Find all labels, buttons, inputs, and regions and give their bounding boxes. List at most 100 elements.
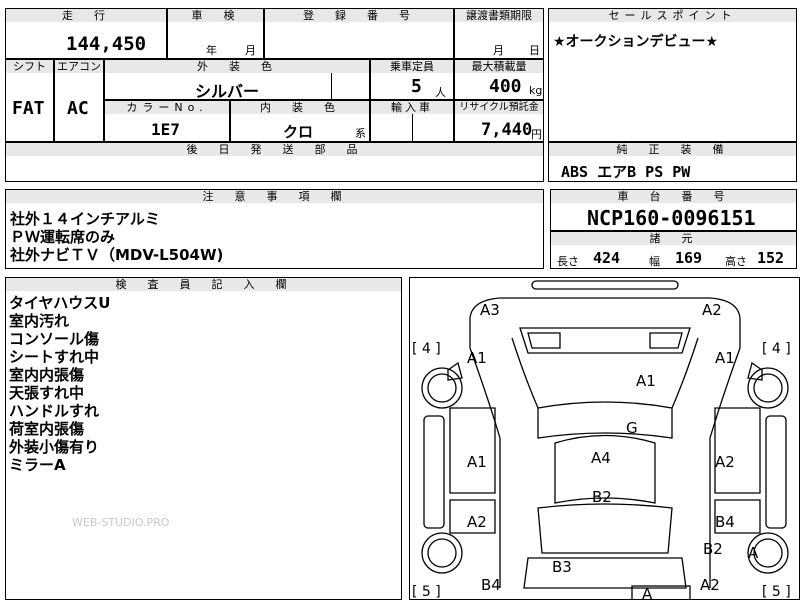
- later-parts-header: 後 日 発 送 部 品: [6, 143, 543, 156]
- watermark: WEB-STUDIO.PRO: [72, 516, 170, 529]
- tread-left-top: [ 4 ]: [412, 341, 441, 357]
- exterior-color-divider: [331, 73, 332, 100]
- inspector-line: ミラーA: [9, 456, 66, 474]
- mileage-header: 走 行: [6, 9, 166, 22]
- damage-mark: A2: [715, 453, 735, 471]
- width-value: 169: [675, 249, 703, 267]
- damage-mark: B2: [703, 540, 723, 558]
- recycle-cell: リサイクル預託金 7,440 円: [454, 100, 544, 142]
- dims-cell: 諸 元 長さ 424 幅 169 高さ 152: [550, 231, 797, 269]
- load-header: 最大積載量: [455, 60, 543, 73]
- exterior-color-cell: 外 装 色 シルバー: [104, 59, 370, 101]
- recycle-header: リサイクル預託金: [455, 101, 543, 114]
- recycle-unit: 円: [531, 128, 542, 141]
- capacity-cell: 乗車定員 5 人: [370, 59, 454, 100]
- notes-line-1: 社外１４インチアルミ: [10, 210, 160, 228]
- mileage-cell: 走 行 144,450 km: [5, 8, 167, 77]
- import-cell: 輸入車: [370, 100, 454, 142]
- exterior-color-value: シルバー: [195, 82, 260, 101]
- damage-mark: A1: [636, 372, 656, 390]
- inspection-cell: 車 検 年 月: [167, 8, 264, 59]
- notes-header: 注 意 事 項 欄: [6, 190, 543, 203]
- capacity-header: 乗車定員: [371, 60, 453, 73]
- damage-mark: G: [626, 419, 638, 437]
- sales-point-header: セールスポイント: [549, 9, 796, 22]
- registration-cell: 登 録 番 号: [264, 8, 454, 59]
- load-unit: kg: [529, 84, 543, 97]
- damage-mark: A: [642, 585, 653, 600]
- color-no-header: カラーNo.: [105, 101, 229, 114]
- chassis-value: NCP160-0096151: [587, 206, 756, 230]
- transfer-header: 譲渡書類期限: [455, 9, 543, 22]
- inspector-line: シートすれ中: [9, 348, 100, 366]
- car-diagram: [ 4 ] [ 4 ] [ 5 ] [ 5 ] A3 A2 A1 A1 A1 G…: [409, 277, 800, 600]
- inspector-line: 室内内張傷: [9, 366, 85, 384]
- inspection-header: 車 検: [168, 9, 263, 22]
- capacity-value: 5: [411, 76, 422, 97]
- sales-point-text: ★オークションデビュー★: [553, 34, 719, 50]
- notes-cell: 注 意 事 項 欄 社外１４インチアルミ ＰＷ運転席のみ 社外ナビＴＶ（MDV-…: [5, 189, 544, 269]
- inspector-header: 検 査 員 記 入 欄: [6, 278, 401, 291]
- damage-mark: A1: [467, 349, 487, 367]
- ac-header: エアコン: [55, 60, 103, 73]
- shift-header: シフト: [6, 60, 53, 73]
- damage-mark: A1: [467, 453, 487, 471]
- capacity-unit: 人: [435, 86, 446, 99]
- car-outline: [421, 280, 789, 599]
- shift-value: FAT: [12, 98, 45, 119]
- chassis-cell: 車 台 番 号 NCP160-0096151: [550, 189, 797, 231]
- inspection-year-label: 年: [206, 44, 217, 57]
- interior-color-suffix: 系: [355, 127, 366, 140]
- inspector-line: 荷室内張傷: [9, 420, 85, 438]
- notes-line-3: 社外ナビＴＶ（MDV-L504W): [10, 246, 224, 264]
- transfer-cell: 譲渡書類期限 月 日: [454, 8, 544, 59]
- damage-mark: A2: [700, 576, 720, 594]
- interior-color-value: クロ: [283, 123, 314, 141]
- inspector-cell: 検 査 員 記 入 欄 タイヤハウスU 室内汚れ コンソール傷 シートすれ中 室…: [5, 277, 402, 600]
- length-value: 424: [593, 249, 621, 267]
- length-label: 長さ: [557, 255, 579, 268]
- mileage-number: 144,450: [66, 33, 147, 55]
- equipment-value: ABS エアB PS PW: [561, 163, 691, 181]
- inspector-line: ハンドルすれ: [9, 402, 100, 420]
- damage-mark: A2: [702, 301, 722, 319]
- interior-color-cell: 内 装 色 クロ 系: [230, 100, 370, 142]
- inspector-line: 天張すれ中: [9, 384, 85, 402]
- tread-left-bottom: [ 5 ]: [412, 584, 441, 600]
- dims-header: 諸 元: [551, 232, 796, 245]
- recycle-value: 7,440: [481, 120, 533, 140]
- color-no-value: 1E7: [151, 120, 180, 139]
- tread-right-bottom: [ 5 ]: [762, 584, 791, 600]
- notes-line-2: ＰＷ運転席のみ: [10, 228, 116, 246]
- ac-cell: エアコン AC: [54, 59, 104, 142]
- import-header: 輸入車: [371, 101, 453, 114]
- equipment-header: 純 正 装 備: [549, 143, 796, 156]
- inspection-month-label: 月: [245, 44, 256, 57]
- ac-value: AC: [67, 98, 89, 119]
- inspector-line: 室内汚れ: [9, 312, 70, 330]
- color-no-cell: カラーNo. 1E7: [104, 100, 230, 142]
- interior-color-header: 内 装 色: [231, 101, 369, 114]
- damage-mark: A4: [591, 449, 611, 467]
- equipment-cell: 純 正 装 備 ABS エアB PS PW: [548, 142, 797, 182]
- load-cell: 最大積載量 400 kg: [454, 59, 544, 100]
- transfer-day-label: 日: [529, 44, 540, 57]
- damage-mark: B4: [715, 513, 735, 531]
- height-label: 高さ: [725, 255, 747, 268]
- sales-point-cell: セールスポイント ★オークションデビュー★: [548, 8, 797, 142]
- tread-right-top: [ 4 ]: [762, 341, 791, 357]
- load-value: 400: [489, 76, 522, 97]
- inspector-line: タイヤハウスU: [9, 294, 111, 312]
- transfer-month-label: 月: [493, 44, 504, 57]
- import-divider: [412, 114, 413, 142]
- height-value: 152: [757, 249, 785, 267]
- damage-mark: B4: [481, 576, 501, 594]
- damage-mark: A: [748, 544, 759, 562]
- width-label: 幅: [649, 255, 660, 268]
- shift-cell: シフト FAT: [5, 59, 54, 142]
- damage-mark: A3: [480, 301, 500, 319]
- chassis-header: 車 台 番 号: [551, 190, 796, 203]
- later-parts-cell: 後 日 発 送 部 品: [5, 142, 544, 182]
- registration-header: 登 録 番 号: [265, 9, 453, 22]
- exterior-color-header: 外 装 色: [105, 60, 369, 73]
